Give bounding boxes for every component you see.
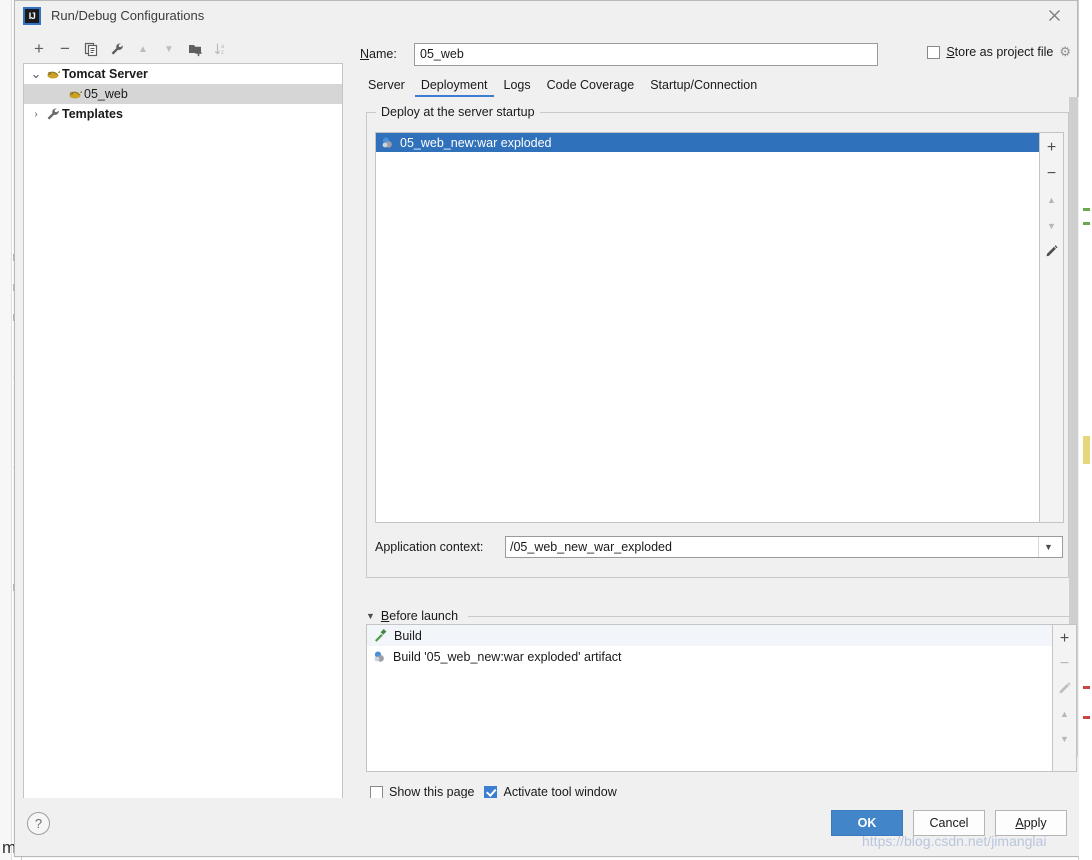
configurations-toolbar: +− ▲▼ az	[23, 36, 343, 62]
edit-templates-button[interactable]	[105, 38, 129, 60]
deployment-artifacts-list[interactable]: 05_web_new:war exploded	[375, 132, 1040, 523]
remove-configuration-button[interactable]: −	[53, 38, 77, 60]
wrench-icon	[44, 107, 62, 122]
build-hammer-icon	[373, 628, 388, 643]
application-context-value: /05_web_new_war_exploded	[510, 540, 672, 554]
backdrop-marker	[1083, 436, 1090, 464]
name-label: Name:	[360, 47, 414, 61]
tree-item-05-web[interactable]: 05_web	[24, 84, 342, 104]
add-before-launch-task-button[interactable]: +	[1054, 628, 1076, 650]
deploy-group-title: Deploy at the server startup	[376, 105, 540, 119]
chevron-toggle-icon[interactable]: ›	[28, 109, 44, 120]
deployment-artifact-row[interactable]: 05_web_new:war exploded	[376, 133, 1039, 152]
ok-button[interactable]: OK	[831, 810, 903, 836]
dialog-action-buttons: OK Cancel Apply	[831, 810, 1067, 836]
tree-item-tomcat-server[interactable]: ⌄ Tomcat Server	[24, 64, 342, 84]
tab-deployment[interactable]: Deployment	[413, 76, 496, 97]
application-context-row: Application context: /05_web_new_war_exp…	[375, 535, 1063, 559]
triangle-down-icon[interactable]: ▼	[366, 611, 375, 621]
move-down-button[interactable]: ▼	[157, 38, 181, 60]
before-launch-header[interactable]: ▼ Before launch	[366, 608, 1069, 624]
run-debug-configurations-dialog: IJ Run/Debug Configurations +−▲▼az ⌄Tomc…	[14, 0, 1078, 857]
activate-tool-window-checkbox-box[interactable]	[484, 786, 497, 799]
show-this-page-checkbox-box[interactable]	[370, 786, 383, 799]
tab-code-coverage[interactable]: Code Coverage	[539, 76, 643, 97]
tomcat-icon	[66, 87, 84, 101]
dialog-title: Run/Debug Configurations	[51, 8, 204, 23]
before-launch-task-label: Build '05_web_new:war exploded' artifact	[393, 650, 622, 664]
backdrop-marker	[1083, 686, 1090, 689]
cancel-button[interactable]: Cancel	[913, 810, 985, 836]
dialog-titlebar: IJ Run/Debug Configurations	[15, 1, 1077, 30]
bottom-checkbox-row: Show this page Activate tool window	[370, 785, 617, 799]
before-launch-title: Before launch	[381, 609, 458, 623]
tree-item-templates[interactable]: › Templates	[24, 104, 342, 124]
add-artifact-button[interactable]: +	[1041, 137, 1063, 159]
backdrop-right-strip	[1078, 0, 1092, 860]
configurations-tree[interactable]: ⌄ Tomcat Server 05_web › Templates	[23, 63, 343, 810]
artifact-icon	[373, 650, 387, 664]
move-artifact-up-button[interactable]: ▲	[1041, 189, 1063, 211]
configuration-editor-pane: Name: Store as project file ⚙ ServerDepl…	[351, 30, 1079, 800]
add-configuration-button[interactable]: +	[27, 38, 51, 60]
help-button[interactable]: ?	[27, 812, 50, 835]
tab-server[interactable]: Server	[360, 76, 413, 97]
deployment-tab-content: Deploy at the server startup 05_web_new:…	[360, 100, 1072, 800]
show-this-page-checkbox[interactable]: Show this page	[370, 785, 474, 799]
configurations-left-pane: +− ▲▼ az ⌄ Tomcat Server 05_web › Templates	[23, 36, 343, 806]
artifact-icon	[381, 136, 395, 150]
activate-tool-window-checkbox-label: Activate tool window	[503, 785, 616, 799]
activate-tool-window-checkbox[interactable]: Activate tool window	[484, 785, 616, 799]
tree-item-label: Templates	[62, 107, 123, 121]
store-as-project-file-checkbox[interactable]	[927, 46, 940, 59]
before-launch-list-buttons: + − ▲ ▼	[1053, 624, 1077, 772]
edit-before-launch-task-button[interactable]	[1054, 678, 1076, 700]
move-artifact-down-button[interactable]: ▼	[1041, 215, 1063, 237]
before-launch-task-row[interactable]: Build	[367, 625, 1052, 646]
before-launch-move-up-button[interactable]: ▲	[1054, 703, 1076, 725]
deployment-list-buttons: + − ▲ ▼	[1040, 132, 1064, 523]
backdrop-marker	[1083, 222, 1090, 225]
before-launch-task-list[interactable]: Build Build '05_web_new:war exploded' art…	[366, 624, 1053, 772]
name-input[interactable]	[414, 43, 878, 66]
application-context-combo[interactable]: /05_web_new_war_exploded ▼	[505, 536, 1063, 558]
intellij-logo-icon: IJ	[23, 7, 41, 25]
copy-configuration-button[interactable]	[79, 38, 103, 60]
move-up-button[interactable]: ▲	[131, 38, 155, 60]
tree-item-label: Tomcat Server	[62, 67, 148, 81]
sort-alphabetically-button[interactable]: az	[209, 38, 233, 60]
chevron-down-icon[interactable]: ▼	[1038, 537, 1058, 557]
close-glyph	[1049, 10, 1060, 21]
new-folder-button[interactable]	[183, 38, 207, 60]
store-as-project-file-row[interactable]: Store as project file ⚙	[927, 44, 1071, 60]
before-launch-move-down-button[interactable]: ▼	[1054, 728, 1076, 750]
application-context-label: Application context:	[375, 540, 505, 554]
before-launch-task-row[interactable]: Build '05_web_new:war exploded' artifact	[367, 646, 1052, 667]
chevron-toggle-icon[interactable]: ⌄	[28, 71, 44, 77]
remove-artifact-button[interactable]: −	[1041, 163, 1063, 185]
dialog-footer: ? OK Cancel Apply	[15, 798, 1079, 856]
tab-logs[interactable]: Logs	[496, 76, 539, 97]
deployment-artifact-label: 05_web_new:war exploded	[400, 136, 552, 150]
store-as-project-file-label: Store as project file	[946, 45, 1053, 59]
tomcat-icon	[44, 67, 62, 81]
remove-before-launch-task-button[interactable]: −	[1054, 653, 1076, 675]
backdrop-marker	[1083, 208, 1090, 211]
backdrop-marker	[1083, 716, 1090, 719]
close-icon[interactable]	[1031, 1, 1077, 29]
tree-item-label: 05_web	[84, 87, 128, 101]
backdrop-gutter	[0, 0, 12, 860]
gear-icon[interactable]: ⚙	[1059, 44, 1071, 60]
edit-artifact-button[interactable]	[1041, 241, 1063, 263]
before-launch-rule	[468, 616, 1069, 617]
tab-startup-connection[interactable]: Startup/Connection	[642, 76, 765, 97]
deploy-at-server-startup-group: Deploy at the server startup 05_web_new:…	[366, 112, 1069, 578]
before-launch-task-label: Build	[394, 629, 422, 643]
dialog-body: +−▲▼az ⌄Tomcat Server05_web›Templates Na…	[15, 30, 1079, 800]
show-this-page-checkbox-label: Show this page	[389, 785, 474, 799]
apply-button[interactable]: Apply	[995, 810, 1067, 836]
svg-text:z: z	[221, 50, 224, 56]
configuration-tabs: ServerDeploymentLogsCode CoverageStartup…	[360, 71, 1072, 97]
